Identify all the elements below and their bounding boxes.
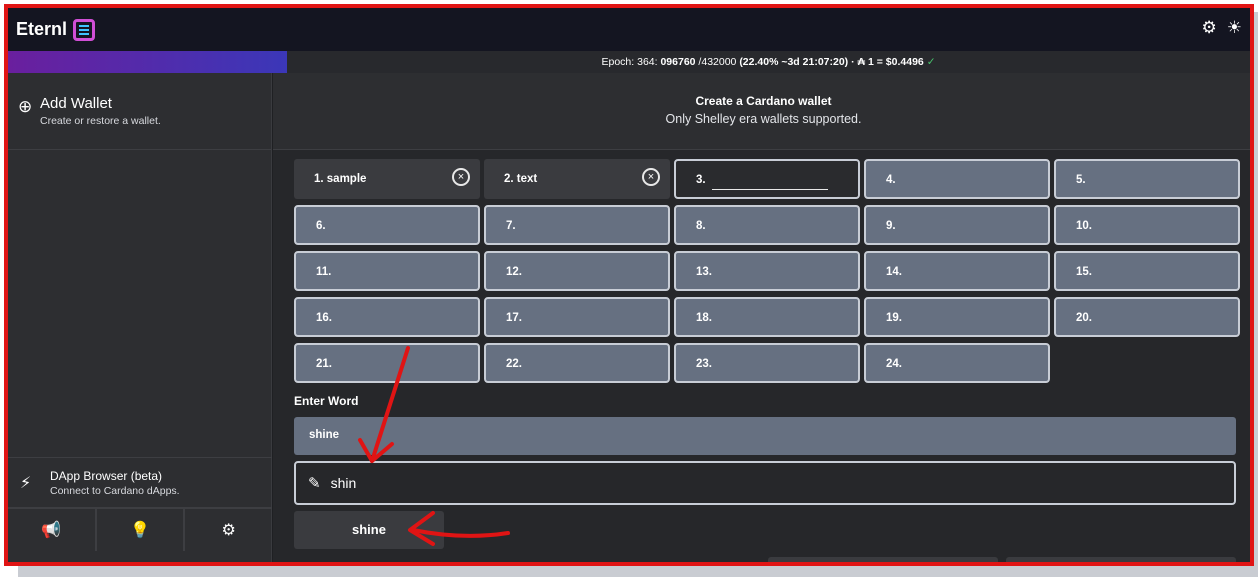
word-slot-label: 8.: [696, 220, 706, 232]
check-icon: ✓: [926, 56, 936, 68]
word-slot-3[interactable]: 3.: [674, 159, 860, 199]
next-button[interactable]: [1006, 557, 1236, 562]
page-subtitle: Only Shelley era wallets supported.: [665, 112, 862, 126]
sun-icon[interactable]: ☀: [1227, 18, 1242, 38]
top-bar: Eternl ⚙ ☀: [8, 8, 1250, 51]
epoch-progress-fill: [8, 51, 287, 73]
word-slot-24[interactable]: 24.: [864, 343, 1050, 383]
dapp-title: DApp Browser (beta): [50, 468, 163, 483]
add-wallet-title: Add Wallet: [40, 95, 112, 112]
epoch-bar: Epoch: 364: 096760 /432000 (22.40% ~3d 2…: [8, 51, 1250, 73]
app-title: Eternl: [16, 19, 68, 39]
word-slot-14[interactable]: 14.: [864, 251, 1050, 291]
word-slot-15[interactable]: 15.: [1054, 251, 1240, 291]
word-slot-label: 7.: [506, 220, 516, 232]
sidebar: ⊕ Add Wallet Create or restore a wallet.…: [8, 73, 272, 562]
plug-icon: ⚡: [20, 474, 32, 492]
word-slot-label: 3.: [696, 174, 706, 186]
epoch-detail: (22.40% ~3d 21:07:20) · ₳ 1 = $0.4496: [739, 56, 924, 68]
add-wallet-subtitle: Create or restore a wallet.: [40, 115, 161, 127]
word-slot-8[interactable]: 8.: [674, 205, 860, 245]
word-slot-label: 13.: [696, 266, 712, 278]
word-slot-20[interactable]: 20.: [1054, 297, 1240, 337]
close-circle-icon[interactable]: ×: [452, 168, 470, 186]
word-slot-13[interactable]: 13.: [674, 251, 860, 291]
word-slot-23[interactable]: 23.: [674, 343, 860, 383]
word-slot-label: 11.: [316, 266, 332, 278]
word-slot-label: 22.: [506, 358, 522, 370]
megaphone-icon[interactable]: 📢: [8, 509, 97, 551]
word-suggestion[interactable]: shine: [294, 511, 444, 549]
word-slot-label: 15.: [1076, 266, 1092, 278]
close-circle-icon[interactable]: ×: [642, 168, 660, 186]
word-underline: [712, 189, 828, 190]
word-input[interactable]: [330, 475, 1131, 491]
enter-word-label: Enter Word: [294, 394, 359, 408]
add-wallet-button[interactable]: ⊕ Add Wallet Create or restore a wallet.: [8, 73, 271, 150]
word-slot-label: 6.: [316, 220, 326, 232]
word-slot-label: 23.: [696, 358, 712, 370]
word-slot-label: 2. text: [504, 173, 538, 185]
word-slot-5[interactable]: 5.: [1054, 159, 1240, 199]
word-slot-label: 19.: [886, 312, 902, 324]
selected-word[interactable]: shine: [294, 417, 1236, 455]
gear-icon[interactable]: ⚙: [185, 509, 272, 551]
sidebar-footer: 📢 💡 ⚙: [8, 507, 272, 551]
word-slot-9[interactable]: 9.: [864, 205, 1050, 245]
top-icons: ⚙ ☀: [1202, 18, 1243, 38]
epoch-slot: 096760: [660, 56, 696, 68]
word-slot-label: 18.: [696, 312, 712, 324]
word-slot-label: 12.: [506, 266, 522, 278]
word-slot-label: 1. sample: [314, 173, 367, 185]
word-slot-label: 5.: [1076, 174, 1086, 186]
word-slot-label: 9.: [886, 220, 896, 232]
word-slot-label: 4.: [886, 174, 896, 186]
word-slot-label: 24.: [886, 358, 902, 370]
word-slot-22[interactable]: 22.: [484, 343, 670, 383]
word-slot-12[interactable]: 12.: [484, 251, 670, 291]
word-slot-16[interactable]: 16.: [294, 297, 480, 337]
word-slot-2[interactable]: 2. text ×: [484, 159, 670, 199]
main-panel: Create a Cardano wallet Only Shelley era…: [273, 73, 1250, 562]
wallet-plus-icon: ⊕: [18, 97, 33, 116]
word-slot-label: 21.: [316, 358, 332, 370]
word-slot-19[interactable]: 19.: [864, 297, 1050, 337]
word-slot-4[interactable]: 4.: [864, 159, 1050, 199]
dapp-browser-button[interactable]: ⚡ DApp Browser (beta) Connect to Cardano…: [8, 457, 272, 507]
network-icon[interactable]: ⚙: [1202, 18, 1217, 38]
back-button[interactable]: [768, 557, 998, 562]
pencil-icon: ✎: [308, 475, 321, 492]
word-slot-7[interactable]: 7.: [484, 205, 670, 245]
word-slot-label: 16.: [316, 312, 332, 324]
app-window: Eternl ⚙ ☀ Epoch: 364: 096760 /432000 (2…: [4, 4, 1254, 566]
word-slot-17[interactable]: 17.: [484, 297, 670, 337]
lightbulb-icon[interactable]: 💡: [97, 509, 186, 551]
page-title: Create a Cardano wallet: [695, 94, 832, 108]
word-slot-label: 14.: [886, 266, 902, 278]
word-slot-18[interactable]: 18.: [674, 297, 860, 337]
word-slot-label: 17.: [506, 312, 522, 324]
page-header: Create a Cardano wallet Only Shelley era…: [273, 73, 1250, 150]
eternl-logo-icon: [73, 18, 96, 41]
word-slot-1[interactable]: 1. sample ×: [294, 159, 480, 199]
word-slot-21[interactable]: 21.: [294, 343, 480, 383]
word-slot-label: 20.: [1076, 312, 1092, 324]
word-input-field[interactable]: ✎: [294, 461, 1236, 505]
word-slot-10[interactable]: 10.: [1054, 205, 1240, 245]
dapp-subtitle: Connect to Cardano dApps.: [50, 484, 180, 497]
word-slot-label: 10.: [1076, 220, 1092, 232]
epoch-info: Epoch: 364: 096760 /432000 (22.40% ~3d 2…: [601, 56, 936, 68]
word-slot-11[interactable]: 11.: [294, 251, 480, 291]
word-slot-6[interactable]: 6.: [294, 205, 480, 245]
